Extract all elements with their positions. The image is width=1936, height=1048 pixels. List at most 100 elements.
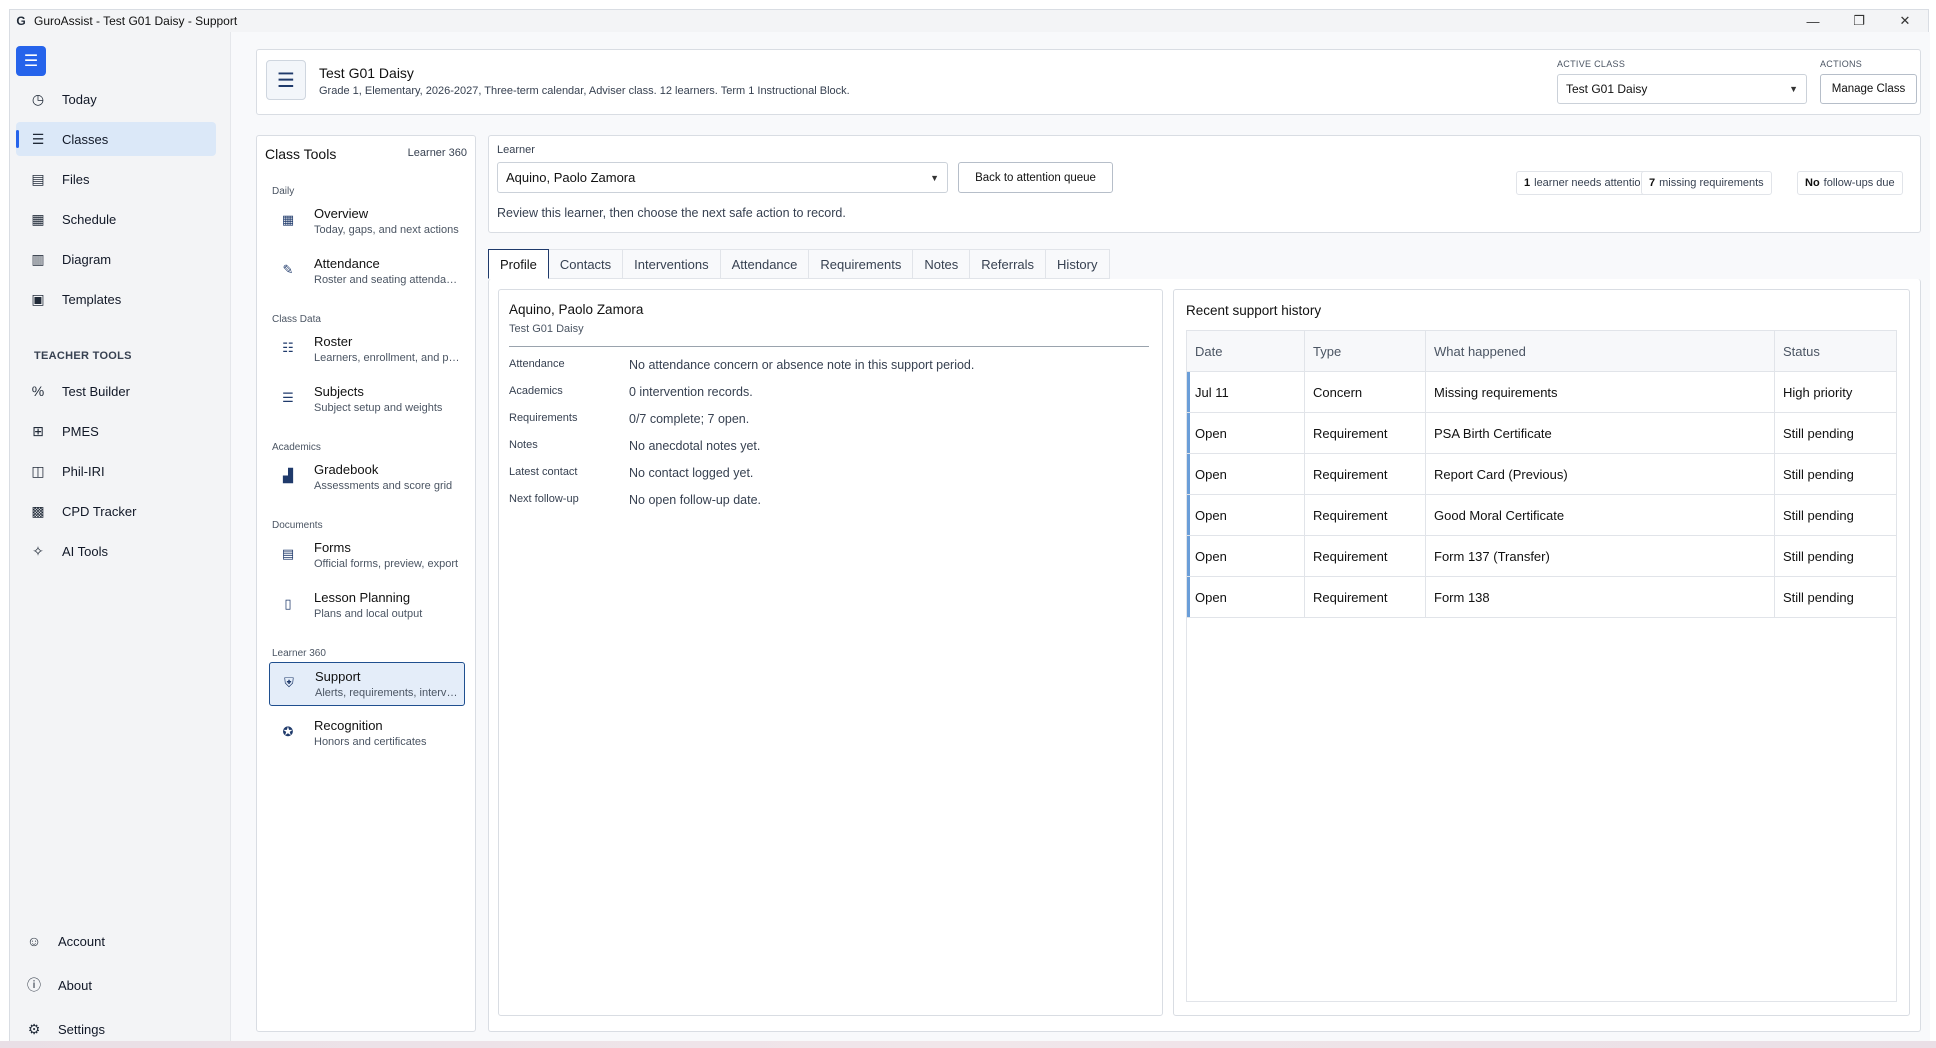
cell-type: Requirement [1305,413,1426,453]
tool-name: Roster [314,334,353,349]
class-tools-panel: Class Tools Learner 360 Daily ▦ Overview… [256,135,476,1032]
tool-overview[interactable]: ▦ Overview Today, gaps, and next actions [269,200,465,244]
support-history-title: Recent support history [1186,303,1322,318]
tool-forms[interactable]: ▤ Forms Official forms, preview, export [269,534,465,578]
back-to-attention-queue-button[interactable]: Back to attention queue [958,162,1113,193]
cell-what-happened: Good Moral Certificate [1426,495,1775,535]
table-row[interactable]: Open Requirement PSA Birth Certificate S… [1187,413,1896,454]
cell-status: High priority [1783,384,1853,400]
class-header: ☰ Test G01 Daisy Grade 1, Elementary, 20… [256,49,1921,115]
tab-requirements[interactable]: Requirements [809,249,914,279]
tab-interventions[interactable]: Interventions [623,249,721,279]
stat-number: No [1805,177,1820,189]
column-header-date[interactable]: Date [1187,331,1305,371]
tool-roster[interactable]: ☷ Roster Learners, enrollment, and profi… [269,328,465,372]
file-icon: ▤ [31,170,45,187]
cell-status: Still pending [1783,548,1854,564]
tab-contacts[interactable]: Contacts [548,249,624,279]
tool-subjects[interactable]: ☰ Subjects Subject setup and weights [269,378,465,422]
table-row[interactable]: Open Requirement Good Moral Certificate … [1187,495,1896,536]
nav-item-cpd-tracker[interactable]: ▩ CPD Tracker [16,494,216,528]
table-row[interactable]: Open Requirement Form 137 (Transfer) Sti… [1187,536,1896,577]
window-title: GuroAssist - Test G01 Daisy - Support [34,14,238,28]
nav-item-label: About [58,977,92,993]
close-button[interactable]: ✕ [1882,10,1928,32]
divider [509,346,1149,347]
nav-item-about[interactable]: ⓘ About [12,968,212,1002]
nav-item-ai-tools[interactable]: ✧ AI Tools [16,534,216,568]
tool-gradebook[interactable]: ▟ Gradebook Assessments and score grid [269,456,465,500]
class-table-icon: ☰ [266,60,306,100]
tool-description: Alerts, requirements, interventions [315,687,463,699]
cell-date: Open [1187,536,1305,576]
account-icon: ☺ [26,933,42,949]
maximize-button[interactable]: ❐ [1836,10,1882,32]
tool-name: Recognition [314,718,383,733]
table-row[interactable]: Open Requirement Form 138 Still pending [1187,577,1896,618]
pmes-icon: ⊞ [32,422,44,439]
nav-item-label: Diagram [62,251,112,267]
column-header-status[interactable]: Status [1775,331,1896,371]
nav-item-diagram[interactable]: ▥ Diagram [16,242,216,276]
active-class-value: Test G01 Daisy [1566,82,1648,96]
tab-profile[interactable]: Profile [488,249,549,279]
column-header-what-happened[interactable]: What happened [1426,331,1775,371]
tool-recognition[interactable]: ✪ Recognition Honors and certificates [269,712,465,756]
cell-type: Concern [1305,372,1426,412]
people-icon: ☷ [282,340,294,355]
tab-referrals[interactable]: Referrals [970,249,1047,279]
profile-key: Notes [509,439,538,451]
table-row[interactable]: Jul 11 Concern Missing requirements High… [1187,372,1896,413]
cell-status: Still pending [1783,466,1854,482]
nav-item-today[interactable]: ◷ Today [16,82,216,116]
hamburger-menu-button[interactable]: ☰ [16,46,46,76]
tool-attendance[interactable]: ✎ Attendance Roster and seating attendan… [269,250,465,294]
profile-key: Next follow-up [509,493,579,505]
manage-class-button[interactable]: Manage Class [1820,74,1917,104]
support-history-card: Recent support history Date Type What ha… [1173,289,1910,1016]
nav-item-phil-iri[interactable]: ◫ Phil-IRI [16,454,216,488]
tool-name: Forms [314,540,351,555]
checklist-edit-icon: ✎ [282,262,294,277]
tool-name: Support [315,669,361,684]
minimize-button[interactable]: — [1790,10,1836,32]
profile-row-latest-contact: Latest contact No contact logged yet. [509,466,1149,486]
percent-icon: % [31,383,45,399]
tool-description: Today, gaps, and next actions [314,224,459,236]
profile-value: 0/7 complete; 7 open. [629,412,750,426]
nav-item-files[interactable]: ▤ Files [16,162,216,196]
tab-notes[interactable]: Notes [913,249,971,279]
main-navigation: ☰ ◷ Today ☰ Classes ▤ Files ▦ Schedule ▥… [10,32,230,1042]
learner-name: Aquino, Paolo Zamora [509,302,644,317]
nav-item-test-builder[interactable]: % Test Builder [16,374,216,408]
tool-support[interactable]: ⛨ Support Alerts, requirements, interven… [269,662,465,706]
group-label-documents: Documents [272,520,323,531]
cell-what-happened: Form 138 [1426,577,1775,617]
info-icon: ⓘ [27,977,41,993]
nav-item-pmes[interactable]: ⊞ PMES [16,414,216,448]
gear-icon: ⚙ [27,1020,41,1037]
column-header-type[interactable]: Type [1305,331,1426,371]
learner-select[interactable]: Aquino, Paolo Zamora ▼ [497,162,948,193]
nav-item-schedule[interactable]: ▦ Schedule [16,202,216,236]
table-row[interactable]: Open Requirement Report Card (Previous) … [1187,454,1896,495]
tab-history[interactable]: History [1046,249,1110,279]
form-icon: ▤ [281,546,295,561]
nav-item-classes[interactable]: ☰ Classes [16,122,216,156]
diagram-icon: ▥ [31,250,45,267]
calendar-icon: ▦ [31,210,45,227]
class-title: Test G01 Daisy [319,65,414,81]
active-class-select[interactable]: Test G01 Daisy ▼ [1557,74,1807,104]
tab-attendance[interactable]: Attendance [720,249,810,279]
cell-type: Requirement [1305,495,1426,535]
tool-lesson-planning[interactable]: ▯ Lesson Planning Plans and local output [269,584,465,628]
book-icon: ◫ [31,462,45,479]
cell-status: Still pending [1783,507,1854,523]
learner-label: Learner [497,144,535,156]
nav-item-account[interactable]: ☺ Account [12,924,212,958]
title-bar: G GuroAssist - Test G01 Daisy - Support … [10,10,1928,32]
nav-item-label: Test Builder [62,383,130,399]
nav-item-templates[interactable]: ▣ Templates [16,282,216,316]
profile-key: Latest contact [509,466,578,478]
profile-key: Attendance [509,358,565,370]
